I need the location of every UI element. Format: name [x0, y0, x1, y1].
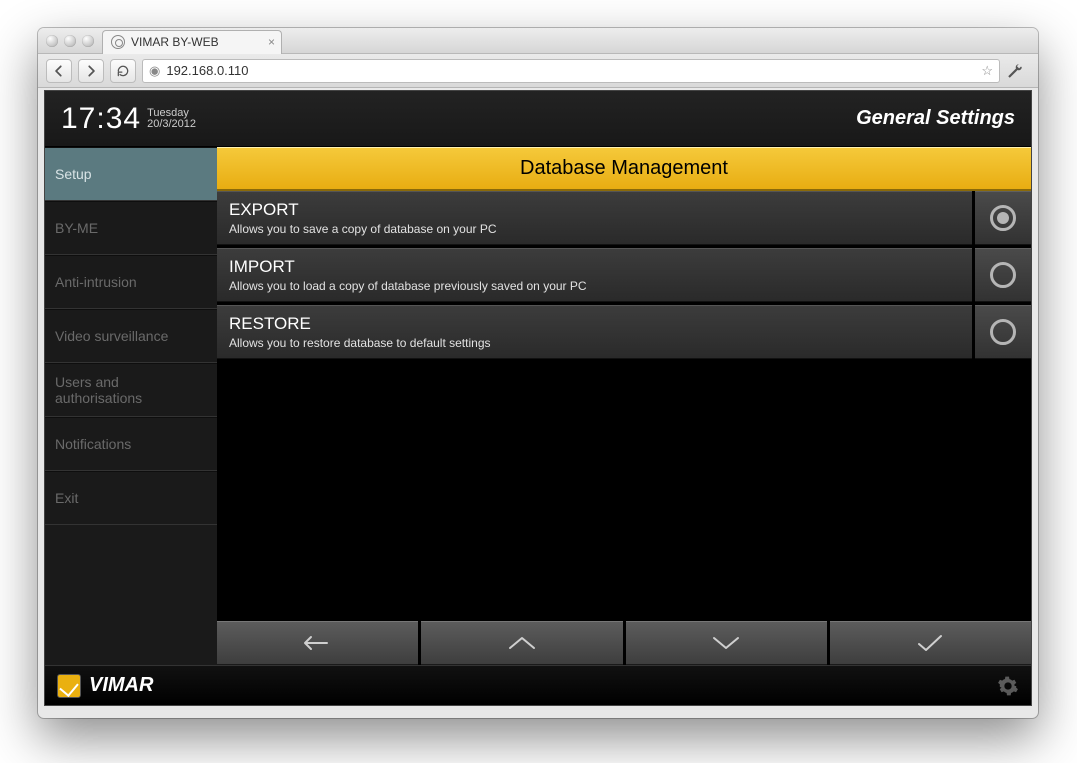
radio-icon [990, 319, 1016, 345]
sidebar-item-label: Notifications [55, 436, 131, 452]
option-radio[interactable] [975, 191, 1031, 245]
sidebar-item-label: Video surveillance [55, 328, 168, 344]
sidebar-item-anti-intrusion[interactable]: Anti-intrusion [45, 255, 217, 309]
url-text: 192.168.0.110 [166, 63, 248, 78]
minimize-window-icon[interactable] [64, 35, 76, 47]
globe-icon [111, 35, 125, 49]
options-list: EXPORT Allows you to save a copy of data… [217, 191, 1031, 621]
up-action-button[interactable] [421, 621, 622, 665]
action-bar [217, 621, 1031, 665]
chevron-up-icon [507, 635, 537, 651]
brand-logo-icon [57, 674, 81, 698]
option-export[interactable]: EXPORT Allows you to save a copy of data… [217, 191, 1031, 245]
back-action-button[interactable] [217, 621, 418, 665]
option-radio[interactable] [975, 305, 1031, 359]
option-description: Allows you to save a copy of database on… [229, 222, 960, 236]
option-description: Allows you to load a copy of database pr… [229, 279, 960, 293]
forward-button[interactable] [78, 59, 104, 83]
sidebar-item-notifications[interactable]: Notifications [45, 417, 217, 471]
clock-date: 20/3/2012 [147, 119, 196, 130]
option-title: EXPORT [229, 200, 960, 220]
sidebar-item-label: BY-ME [55, 220, 98, 236]
option-title: IMPORT [229, 257, 960, 277]
address-bar: ◉ 192.168.0.110 ☆ [38, 54, 1038, 88]
reload-button[interactable] [110, 59, 136, 83]
sidebar-item-byme[interactable]: BY-ME [45, 201, 217, 255]
sidebar-item-label: Setup [55, 166, 92, 182]
radio-icon [990, 262, 1016, 288]
browser-tab[interactable]: VIMAR BY-WEB × [102, 30, 282, 54]
option-title: RESTORE [229, 314, 960, 334]
option-text: RESTORE Allows you to restore database t… [217, 305, 972, 359]
check-icon [915, 633, 945, 653]
down-action-button[interactable] [626, 621, 827, 665]
sidebar-item-users-authorisations[interactable]: Users and authorisations [45, 363, 217, 417]
sidebar-item-label: Anti-intrusion [55, 274, 137, 290]
browser-window: VIMAR BY-WEB × ◉ 192.168.0.110 ☆ 17:34 T… [38, 28, 1038, 718]
panel-title: Database Management [217, 147, 1031, 191]
app-footer: VIMAR [45, 665, 1031, 705]
main-panel: Database Management EXPORT Allows you to… [217, 147, 1031, 665]
back-arrow-icon [301, 633, 335, 653]
sidebar-item-video-surveillance[interactable]: Video surveillance [45, 309, 217, 363]
option-import[interactable]: IMPORT Allows you to load a copy of data… [217, 248, 1031, 302]
bookmark-star-icon[interactable]: ☆ [981, 63, 993, 79]
option-restore[interactable]: RESTORE Allows you to restore database t… [217, 305, 1031, 359]
chevron-down-icon [711, 635, 741, 651]
option-text: IMPORT Allows you to load a copy of data… [217, 248, 972, 302]
sidebar: Setup BY-ME Anti-intrusion Video surveil… [45, 147, 217, 665]
url-input[interactable]: ◉ 192.168.0.110 ☆ [142, 59, 1000, 83]
settings-wrench-icon[interactable] [1006, 62, 1030, 80]
close-window-icon[interactable] [46, 35, 58, 47]
option-description: Allows you to restore database to defaul… [229, 336, 960, 350]
option-text: EXPORT Allows you to save a copy of data… [217, 191, 972, 245]
sidebar-item-label: Exit [55, 490, 78, 506]
titlebar: VIMAR BY-WEB × [38, 28, 1038, 54]
clock-time: 17:34 [61, 102, 141, 136]
confirm-action-button[interactable] [830, 621, 1031, 665]
brand-name: VIMAR [89, 674, 153, 697]
radio-icon [990, 205, 1016, 231]
close-tab-icon[interactable]: × [268, 35, 275, 49]
app-viewport: 17:34 Tuesday 20/3/2012 General Settings… [44, 90, 1032, 706]
sidebar-item-exit[interactable]: Exit [45, 471, 217, 525]
clock-day: Tuesday [147, 108, 196, 119]
sidebar-item-label: Users and authorisations [55, 374, 207, 406]
window-controls[interactable] [46, 35, 94, 47]
sidebar-item-setup[interactable]: Setup [45, 147, 217, 201]
zoom-window-icon[interactable] [82, 35, 94, 47]
tab-title: VIMAR BY-WEB [131, 35, 219, 49]
page-title: General Settings [856, 107, 1015, 130]
option-radio[interactable] [975, 248, 1031, 302]
back-button[interactable] [46, 59, 72, 83]
settings-gear-icon[interactable] [997, 675, 1019, 697]
clock: 17:34 Tuesday 20/3/2012 [61, 102, 196, 136]
globe-icon: ◉ [149, 63, 160, 79]
app-header: 17:34 Tuesday 20/3/2012 General Settings [45, 91, 1031, 147]
